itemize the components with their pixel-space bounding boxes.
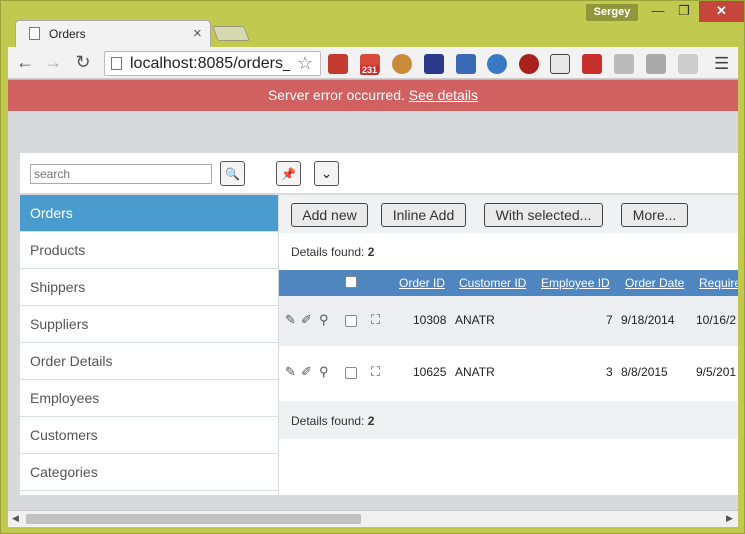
new-tab-button[interactable] — [212, 26, 250, 41]
cell-order-date: 9/18/2014 — [621, 313, 675, 327]
cell-employee-id: 7 — [606, 313, 613, 327]
details-found-count: 2 — [367, 414, 375, 428]
table-row: ✎ ✐ ⚲ ⛶ 10625 ANATR 3 8/8/2015 9/5/201 — [279, 348, 738, 398]
details-found-top: Details found: 2 — [291, 245, 374, 259]
extension-folder-icon[interactable] — [646, 54, 666, 74]
extension-globe-icon[interactable] — [487, 54, 507, 74]
extension-amazon-icon[interactable] — [456, 54, 476, 74]
extension-book-icon[interactable] — [328, 54, 348, 74]
error-text: Server error occurred. — [267, 87, 405, 103]
row-checkbox[interactable] — [345, 367, 357, 379]
search-icon: 🔍 — [225, 167, 240, 181]
extension-cookie-icon[interactable] — [392, 54, 412, 74]
tab-title: Orders — [49, 27, 86, 41]
details-found-bottom: Details found: 2 — [291, 414, 374, 428]
sidebar-menu: Orders Products Shippers Suppliers Order… — [20, 195, 278, 495]
hierarchy-icon[interactable]: ⛶ — [371, 312, 380, 328]
hierarchy-icon[interactable]: ⛶ — [371, 364, 380, 380]
error-banner: Server error occurred. See details — [8, 80, 738, 111]
browser-toolbar: ← → ↻ localhost:8085/orders_li ☆ 231 ☰ — [8, 47, 738, 79]
grid-header: Order ID Customer ID Employee ID Order D… — [279, 270, 738, 296]
cell-order-date: 8/8/2015 — [621, 365, 668, 379]
cell-customer-id: ANATR — [455, 365, 495, 379]
add-new-button[interactable]: Add new — [291, 203, 368, 227]
pin-icon: 📌 — [281, 167, 296, 181]
cell-required-date: 9/5/201 — [696, 365, 737, 379]
cell-order-id: 10625 — [413, 365, 447, 379]
extension-css-icon[interactable] — [614, 54, 634, 74]
browser-tab[interactable]: Orders × — [15, 20, 211, 47]
view-icon[interactable]: ⚲ — [319, 312, 329, 328]
browser-window: Sergey — ❐ ✕ Orders × ← → ↻ localhost:80… — [0, 0, 745, 534]
sidebar-item-shippers[interactable]: Shippers — [20, 269, 278, 306]
extension-exif-icon[interactable] — [678, 54, 698, 74]
url-text: localhost:8085/orders_li — [130, 55, 290, 72]
details-found-label: Details found: — [291, 245, 365, 259]
with-selected-button[interactable]: With selected... — [484, 203, 603, 227]
reload-icon[interactable]: ↻ — [71, 51, 95, 75]
search-button[interactable]: 🔍 — [220, 161, 245, 186]
search-input[interactable] — [30, 164, 212, 184]
more-button[interactable]: More... — [621, 203, 688, 227]
sidebar-item-employees[interactable]: Employees — [20, 380, 278, 417]
extension-chart-icon[interactable] — [424, 54, 444, 74]
horizontal-scrollbar[interactable]: ◀ ▶ — [8, 510, 738, 527]
browser-menu-icon[interactable]: ☰ — [714, 54, 729, 74]
action-bar: Add new Inline Add With selected... More… — [279, 195, 738, 233]
extension-badge: 231 — [360, 65, 380, 75]
sidebar-item-order-details[interactable]: Order Details — [20, 343, 278, 380]
sidebar-item-categories[interactable]: Categories — [20, 454, 278, 491]
search-strip: 🔍 📌 ⌄ — [20, 153, 738, 193]
close-window-button[interactable]: ✕ — [699, 1, 744, 22]
extension-plug-icon[interactable] — [550, 54, 570, 74]
chevron-down-icon: ⌄ — [320, 165, 333, 181]
details-found-label: Details found: — [291, 414, 365, 428]
table-row: ✎ ✐ ⚲ ⛶ 10308 ANATR 7 9/18/2014 10/16/2 — [279, 296, 738, 346]
forward-icon[interactable]: → — [41, 51, 65, 75]
see-details-link[interactable]: See details — [409, 87, 478, 103]
page-icon — [29, 27, 40, 40]
orders-panel: Add new Inline Add With selected... More… — [279, 195, 738, 495]
maximize-button[interactable]: ❐ — [671, 1, 697, 22]
scrollbar-thumb[interactable] — [26, 514, 361, 524]
edit-icon[interactable]: ✎ — [285, 312, 296, 328]
column-order-id[interactable]: Order ID — [399, 276, 445, 290]
address-bar[interactable]: localhost:8085/orders_li ☆ — [104, 51, 321, 76]
inline-add-button[interactable]: Inline Add — [381, 203, 466, 227]
sidebar-item-suppliers[interactable]: Suppliers — [20, 306, 278, 343]
edit-icon[interactable]: ✎ — [285, 364, 296, 380]
expand-button[interactable]: ⌄ — [314, 161, 339, 186]
cell-order-id: 10308 — [413, 313, 447, 327]
column-required-date[interactable]: Require — [699, 276, 738, 290]
page-viewport: Server error occurred. See details 🔍 📌 ⌄… — [8, 80, 738, 510]
select-all-checkbox[interactable] — [345, 276, 357, 288]
sidebar-item-customers[interactable]: Customers — [20, 417, 278, 454]
column-employee-id[interactable]: Employee ID — [541, 276, 610, 290]
page-icon — [111, 57, 122, 70]
cell-employee-id: 3 — [606, 365, 613, 379]
minimize-button[interactable]: — — [645, 1, 671, 22]
inline-edit-icon[interactable]: ✐ — [301, 312, 312, 328]
pin-button[interactable]: 📌 — [276, 161, 301, 186]
cell-customer-id: ANATR — [455, 313, 495, 327]
column-customer-id[interactable]: Customer ID — [459, 276, 526, 290]
cell-required-date: 10/16/2 — [696, 313, 737, 327]
column-order-date[interactable]: Order Date — [625, 276, 684, 290]
sidebar-item-orders[interactable]: Orders — [20, 195, 278, 232]
extension-mail-icon[interactable] — [582, 54, 602, 74]
sidebar-item-products[interactable]: Products — [20, 232, 278, 269]
extension-ublock-icon[interactable] — [519, 54, 539, 74]
details-found-count: 2 — [367, 245, 375, 259]
user-badge[interactable]: Sergey — [586, 4, 638, 21]
inline-edit-icon[interactable]: ✐ — [301, 364, 312, 380]
scroll-left-icon[interactable]: ◀ — [12, 513, 19, 524]
bookmark-star-icon[interactable]: ☆ — [297, 53, 313, 74]
back-icon[interactable]: ← — [13, 51, 37, 75]
row-checkbox[interactable] — [345, 315, 357, 327]
scroll-right-icon[interactable]: ▶ — [726, 513, 733, 524]
tab-close-icon[interactable]: × — [193, 25, 202, 42]
view-icon[interactable]: ⚲ — [319, 364, 329, 380]
